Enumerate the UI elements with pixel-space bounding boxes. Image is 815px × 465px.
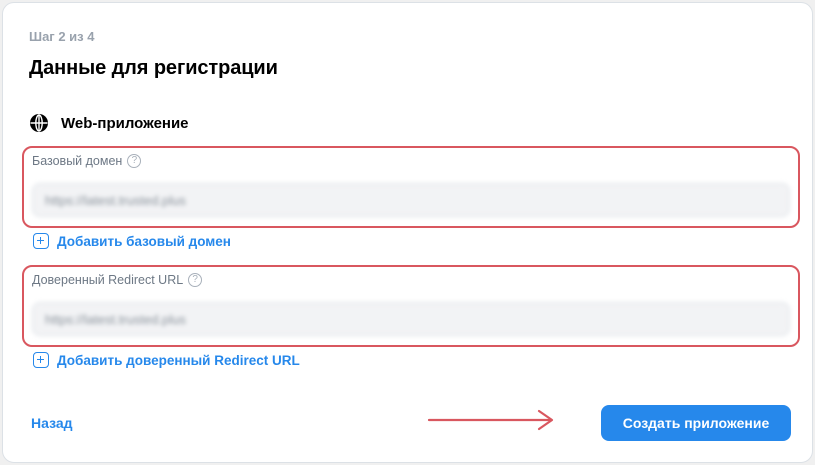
help-icon[interactable]: ? bbox=[127, 154, 142, 168]
redirect-url-group: Доверенный Redirect URL ? bbox=[22, 265, 800, 347]
plus-square-icon bbox=[33, 352, 49, 368]
base-domain-label-text: Базовый домен bbox=[32, 154, 123, 168]
help-icon[interactable]: ? bbox=[188, 273, 203, 287]
add-base-domain-link[interactable]: Добавить базовый домен bbox=[33, 233, 231, 249]
add-redirect-url-link[interactable]: Добавить доверенный Redirect URL bbox=[33, 352, 300, 368]
platform-label: Web-приложение bbox=[61, 114, 189, 132]
back-link[interactable]: Назад bbox=[31, 415, 73, 431]
redirect-url-label: Доверенный Redirect URL ? bbox=[32, 273, 203, 287]
base-domain-label: Базовый домен ? bbox=[32, 154, 142, 168]
registration-card: Шаг 2 из 4 Данные для регистрации Web-пр… bbox=[2, 2, 813, 463]
annotation-arrow-icon bbox=[427, 409, 554, 431]
step-indicator: Шаг 2 из 4 bbox=[29, 29, 95, 44]
platform-header: Web-приложение bbox=[29, 113, 189, 133]
redirect-url-label-text: Доверенный Redirect URL bbox=[32, 273, 184, 287]
base-domain-group: Базовый домен ? bbox=[22, 146, 800, 228]
globe-icon bbox=[30, 114, 48, 132]
page-title: Данные для регистрации bbox=[29, 57, 278, 79]
base-domain-input[interactable] bbox=[32, 183, 790, 217]
create-app-button[interactable]: Создать приложение bbox=[601, 405, 791, 441]
plus-square-icon bbox=[33, 233, 49, 249]
add-base-domain-label: Добавить базовый домен bbox=[57, 233, 231, 249]
add-redirect-url-label: Добавить доверенный Redirect URL bbox=[57, 352, 300, 368]
redirect-url-input[interactable] bbox=[32, 302, 790, 336]
